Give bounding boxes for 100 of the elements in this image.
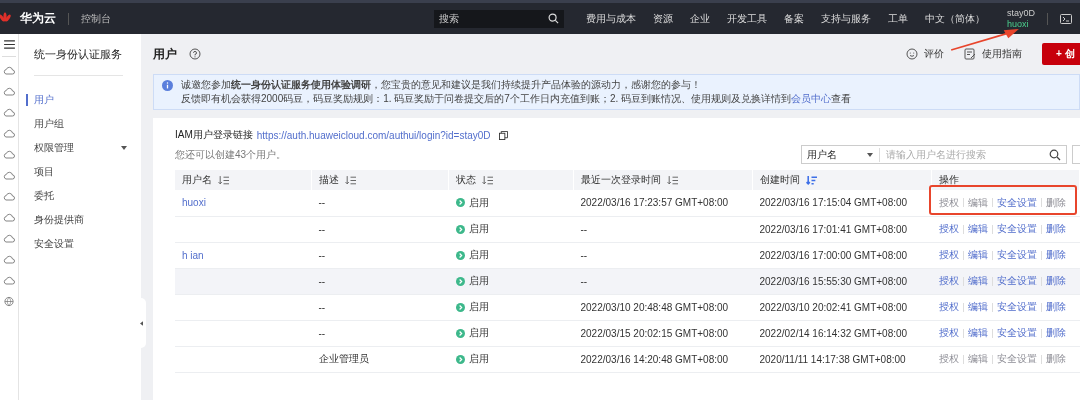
top-menu-item[interactable]: 支持与服务 (821, 11, 871, 26)
collapse-handle[interactable] (137, 298, 146, 348)
table-cell: 2022/03/16 17:23:57 GMT+08:00 (580, 197, 729, 209)
sort-icon[interactable] (218, 175, 229, 185)
create-user-button[interactable]: + 创 (1042, 43, 1080, 65)
search-field[interactable]: 搜索 (434, 9, 564, 28)
cloud-icon[interactable] (3, 191, 15, 202)
sidebar-item[interactable]: 身份提供商 (19, 208, 141, 232)
column-header[interactable]: 状态 (448, 170, 574, 190)
enabled-status-icon (455, 250, 465, 260)
table-cell: 2022/03/15 20:02:15 GMT+08:00 (580, 327, 729, 339)
enabled-status-icon (455, 328, 465, 338)
cloud-icon[interactable] (3, 65, 15, 76)
search-icon[interactable] (548, 13, 559, 24)
sort-icon[interactable] (345, 175, 356, 185)
menu-icon[interactable] (3, 40, 15, 49)
action-link[interactable]: 编辑 (967, 274, 988, 288)
cloud-icon[interactable] (3, 149, 15, 160)
feedback-link[interactable]: 评价 (924, 47, 944, 61)
sidebar-title: 统一身份认证服务 (33, 47, 123, 62)
action-link[interactable]: 授权 (938, 248, 959, 262)
search-icon[interactable] (1049, 148, 1061, 161)
login-link-label: IAM用户登录链接 (175, 128, 253, 142)
action-link[interactable]: 删除 (1045, 248, 1066, 262)
user-name-link[interactable]: h ian (182, 249, 204, 261)
top-menu-item[interactable]: 开发工具 (727, 11, 767, 26)
cloud-icon[interactable] (3, 107, 15, 118)
action-link[interactable]: 删除 (1045, 326, 1066, 340)
login-url-link[interactable]: https://auth.huaweicloud.com/authui/login?id=stay0D (256, 129, 491, 141)
smiley-icon[interactable] (906, 48, 918, 60)
action-link[interactable]: 安全设置 (996, 274, 1037, 288)
cloud-icon[interactable] (3, 275, 15, 286)
action-link[interactable]: 删除 (1045, 274, 1066, 288)
column-header[interactable]: 描述 (311, 170, 449, 190)
action-link[interactable]: 编辑 (967, 222, 988, 236)
column-header[interactable]: 用户名 (175, 170, 312, 190)
help-icon[interactable] (189, 48, 201, 60)
action-link[interactable]: 安全设置 (996, 300, 1037, 314)
top-menu-item[interactable]: 企业 (690, 11, 710, 26)
table-cell: 2022/03/10 20:02:41 GMT+08:00 (759, 301, 908, 313)
user-search-field[interactable]: 用户名 请输入用户名进行搜索 (801, 145, 1067, 164)
sidebar-item[interactable]: 用户组 (19, 112, 141, 136)
action-link[interactable]: 安全设置 (996, 222, 1037, 236)
action-link[interactable]: 删除 (1045, 222, 1066, 236)
user-name-link[interactable]: huoxi (182, 197, 206, 209)
user-name[interactable]: huoxi (1007, 18, 1035, 30)
action-link[interactable]: 授权 (938, 274, 959, 288)
terminal-icon[interactable] (1060, 13, 1072, 24)
copy-icon[interactable] (498, 130, 508, 140)
cloud-icon[interactable] (3, 212, 15, 223)
action-link[interactable]: 安全设置 (996, 195, 1037, 210)
table-cell: -- (580, 223, 588, 235)
console-link[interactable]: 控制台 (81, 11, 111, 26)
action-link[interactable]: 安全设置 (996, 326, 1037, 340)
sidebar-item[interactable]: 用户 (19, 88, 141, 112)
guide-link[interactable]: 使用指南 (982, 47, 1022, 61)
action-link[interactable]: 删除 (1045, 300, 1066, 314)
cloud-icon[interactable] (3, 128, 15, 139)
top-menu-item[interactable]: 备案 (784, 11, 804, 26)
notice-text: 反馈即有机会获得2000码豆，码豆奖励规则：1. 码豆奖励于问卷提交后的7个工作日内充值到账；2. 码豆到账情况、使用规则及兑换详情到 (181, 93, 792, 104)
status-text: 启用 (468, 248, 489, 262)
notice-text: 诚邀您参加统一身份认证服务使用体验调研，您宝贵的意见和建议是我们持续提升产品体验的源动力，感谢您的参与！ (181, 78, 702, 92)
column-header[interactable]: 创建时间 (752, 170, 932, 190)
action-link[interactable]: 编辑 (967, 326, 988, 340)
table-cell: -- (318, 275, 326, 287)
sidebar-item[interactable]: 权限管理 (19, 136, 141, 160)
sidebar-item[interactable]: 安全设置 (19, 232, 141, 256)
brand-name[interactable]: 华为云 (20, 10, 56, 27)
table-cell: -- (318, 327, 326, 339)
sort-icon[interactable] (806, 175, 817, 185)
cloud-icon[interactable] (3, 254, 15, 265)
hovered-row[interactable]: -- 启用 -- 2022/03/16 15:55:30 GMT+08:00 授权 编辑 安全设置 删除 (175, 268, 1080, 294)
table-cell: -- (580, 249, 588, 261)
document-icon[interactable] (964, 48, 976, 60)
cloud-icon[interactable] (3, 86, 15, 97)
sidebar-item[interactable]: 委托 (19, 184, 141, 208)
status-text: 启用 (468, 195, 489, 210)
action-link[interactable]: 授权 (938, 222, 959, 236)
table-cell: 2022/03/16 17:15:04 GMT+08:00 (759, 197, 908, 209)
top-menu-item[interactable]: 费用与成本 (586, 11, 636, 26)
top-menu-item[interactable]: 工单 (888, 11, 908, 26)
action-link[interactable]: 编辑 (967, 300, 988, 314)
cloud-icon[interactable] (3, 170, 15, 181)
action-link[interactable]: 授权 (938, 300, 959, 314)
cloud-icon[interactable] (3, 233, 15, 244)
top-menu-item[interactable]: 资源 (653, 11, 673, 26)
action-link[interactable]: 安全设置 (996, 248, 1037, 262)
sidebar-item[interactable]: 项目 (19, 160, 141, 184)
enabled-status-icon (455, 354, 465, 364)
table-cell: 2022/03/16 17:01:41 GMT+08:00 (759, 223, 908, 235)
top-menu-item[interactable]: 中文（简体） (925, 11, 985, 26)
account-name[interactable]: stay0D (1007, 7, 1035, 19)
action-link[interactable]: 授权 (938, 326, 959, 340)
globe-icon[interactable] (3, 296, 15, 307)
column-header[interactable]: 最近一次登录时间 (573, 170, 753, 190)
action-link[interactable]: 编辑 (967, 248, 988, 262)
sort-icon[interactable] (667, 175, 678, 185)
member-center-link[interactable]: 会员中心 (791, 93, 832, 104)
quota-text: 您还可以创建43个用户。 (175, 147, 287, 162)
sort-icon[interactable] (482, 175, 493, 185)
